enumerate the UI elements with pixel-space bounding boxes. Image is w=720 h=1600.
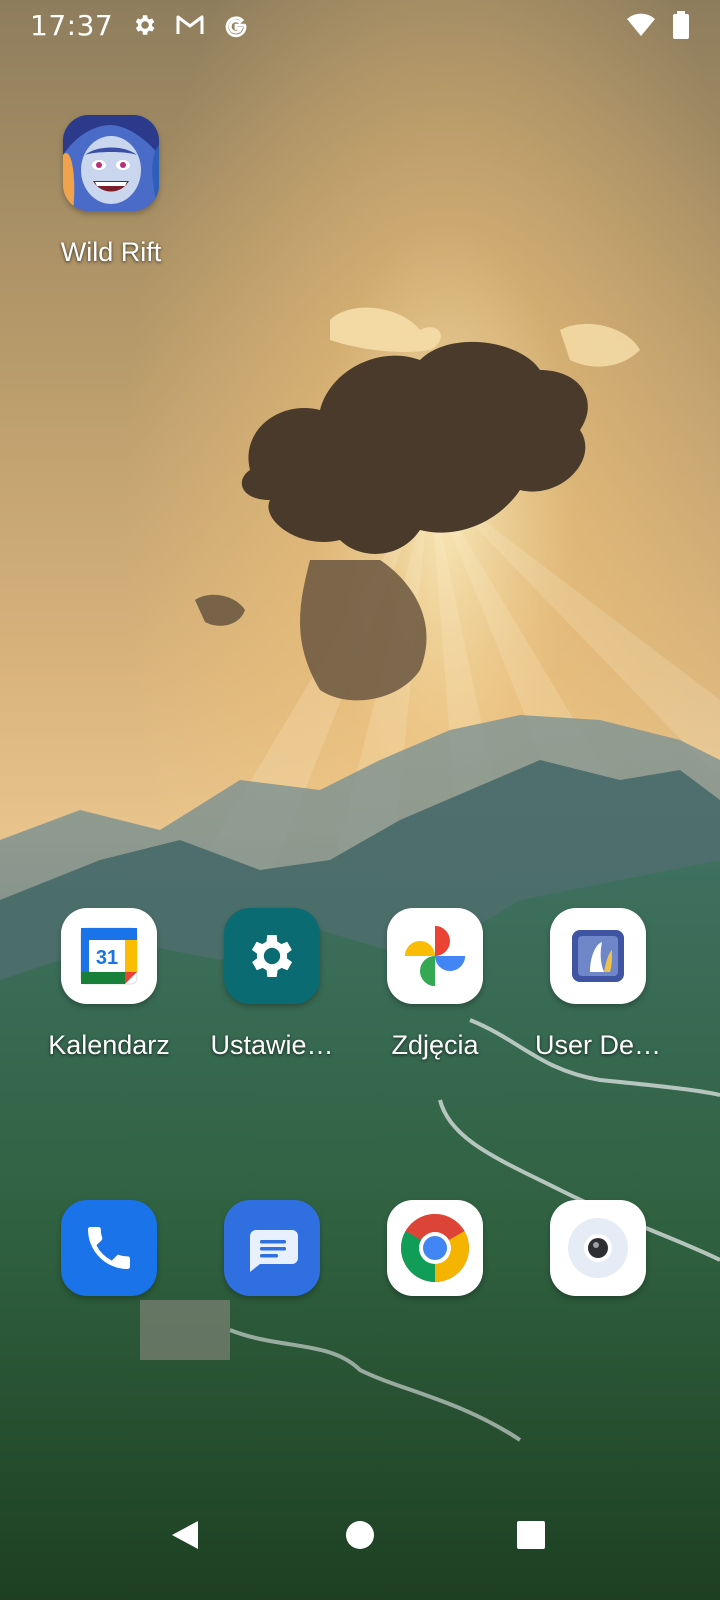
- photos-icon[interactable]: [387, 908, 483, 1004]
- home-icon[interactable]: [335, 1510, 385, 1560]
- app-user-dev[interactable]: User De…: [515, 908, 681, 1061]
- wild-rift-icon[interactable]: [63, 115, 159, 211]
- calendar-day: 31: [96, 947, 118, 969]
- app-zdjecia[interactable]: Zdjęcia: [352, 908, 518, 1061]
- dock-chrome[interactable]: [352, 1200, 518, 1296]
- app-label: Kalendarz: [48, 1030, 170, 1060]
- camera-icon[interactable]: [550, 1200, 646, 1296]
- gmail-icon: [175, 13, 205, 37]
- app-label: Zdjęcia: [391, 1030, 479, 1060]
- user-dev-icon[interactable]: [550, 908, 646, 1004]
- app-wild-rift[interactable]: Wild Rift: [28, 115, 194, 268]
- navigation-bar: [0, 1510, 720, 1600]
- app-label: Wild Rift: [60, 237, 162, 267]
- app-kalendarz[interactable]: 31 Kalendarz: [26, 908, 192, 1061]
- dock-camera[interactable]: [515, 1200, 681, 1296]
- battery-icon: [672, 11, 690, 39]
- back-icon[interactable]: [160, 1510, 210, 1560]
- app-label: Ustawie…: [210, 1030, 334, 1060]
- google-icon: [223, 12, 249, 38]
- recents-icon[interactable]: [506, 1510, 556, 1560]
- messages-icon[interactable]: [224, 1200, 320, 1296]
- chrome-icon[interactable]: [387, 1200, 483, 1296]
- settings-icon[interactable]: [224, 908, 320, 1004]
- dock-messages[interactable]: [189, 1200, 355, 1296]
- wifi-icon: [626, 12, 656, 38]
- phone-icon[interactable]: [61, 1200, 157, 1296]
- status-time: 17:37: [30, 8, 114, 42]
- app-ustawienia[interactable]: Ustawie…: [189, 908, 355, 1061]
- dock-phone[interactable]: [26, 1200, 192, 1296]
- calendar-icon[interactable]: 31: [61, 908, 157, 1004]
- app-label: User De…: [534, 1030, 662, 1060]
- gear-icon: [131, 12, 157, 38]
- status-bar: 17:37: [0, 0, 720, 50]
